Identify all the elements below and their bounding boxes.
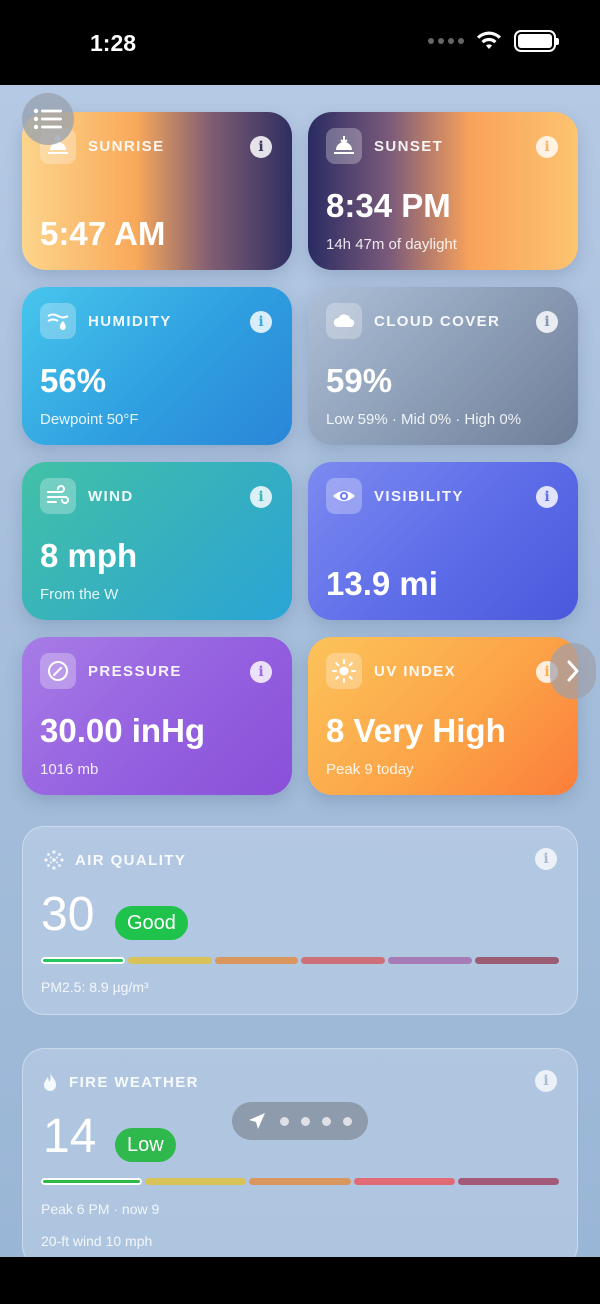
humidity-value: 56%: [40, 362, 107, 399]
sunrise-value: 5:47 AM: [40, 215, 166, 252]
cloud-cover-value: 59%: [326, 362, 393, 399]
sunset-info-icon[interactable]: i: [536, 136, 558, 158]
list-icon: [33, 108, 62, 130]
fire-weather-scale-segment: [353, 1178, 455, 1185]
fire-weather-scale: [41, 1178, 560, 1185]
status-time: 1:28: [90, 30, 137, 56]
air-quality-scale-segment: [127, 957, 212, 964]
uv-index-peak: Peak 9 today: [326, 761, 414, 778]
wifi-icon: [477, 31, 501, 49]
wind-icon: [40, 478, 76, 514]
visibility-value: 13.9 mi: [326, 565, 438, 602]
humidity-dewpoint: Dewpoint 50°F: [40, 411, 139, 428]
sun-icon: [326, 653, 362, 689]
fire-weather-header: FIRE WEATHER: [41, 1071, 199, 1093]
visibility-info-icon[interactable]: i: [536, 486, 558, 508]
pressure-value: 30.00 inHg: [40, 712, 206, 749]
air-quality-header: AIR QUALITY: [43, 849, 186, 871]
gauge-icon: [40, 653, 76, 689]
air-quality-card[interactable]: AIR QUALITY i 30 Good PM2.5: 8.9 µg/m³: [22, 826, 578, 1015]
sunset-icon: [326, 128, 362, 164]
sunset-title: SUNSET: [374, 137, 444, 155]
air-quality-scale-segment: [41, 957, 125, 964]
wind-card[interactable]: WIND i 8 mph From the W: [22, 462, 292, 620]
eye-icon: [326, 478, 362, 514]
status-icons: [428, 30, 559, 52]
fire-weather-scale-segment: [145, 1178, 247, 1185]
cloud-icon: [326, 303, 362, 339]
sunrise-title: SUNRISE: [88, 137, 165, 155]
pressure-card[interactable]: PRESSURE i 30.00 inHg 1016 mb: [22, 637, 292, 795]
air-quality-scale-segment: [388, 957, 473, 964]
uv-index-value: 8 Very High: [326, 712, 506, 749]
air-quality-badge: Good: [115, 906, 188, 940]
sunset-value: 8:34 PM: [326, 187, 451, 224]
status-bar: 1:28: [0, 0, 600, 85]
fire-weather-scale-segment: [249, 1178, 351, 1185]
humidity-icon: [40, 303, 76, 339]
air-quality-pm25: PM2.5: 8.9 µg/m³: [41, 979, 149, 995]
humidity-title: HUMIDITY: [88, 312, 172, 330]
uv-index-title: UV INDEX: [374, 662, 457, 680]
location-arrow-icon: [249, 1113, 265, 1129]
humidity-card[interactable]: HUMIDITY i 56% Dewpoint 50°F: [22, 287, 292, 445]
visibility-card[interactable]: VISIBILITY i 13.9 mi: [308, 462, 578, 620]
air-quality-scale-segment: [214, 957, 299, 964]
uv-index-card[interactable]: UV INDEX i 8 Very High Peak 9 today: [308, 637, 578, 795]
page-dot[interactable]: [343, 1116, 352, 1126]
fire-weather-card[interactable]: FIRE WEATHER i 14 Low Peak 6 PM · now 9 …: [22, 1048, 578, 1257]
pressure-mb: 1016 mb: [40, 761, 99, 778]
pressure-title: PRESSURE: [88, 662, 182, 680]
cloud-cover-layers: Low 59% · Mid 0% · High 0%: [326, 411, 522, 428]
chevron-right-icon: [567, 660, 579, 682]
wind-title: WIND: [88, 487, 134, 505]
air-quality-value: 30: [41, 888, 95, 941]
air-quality-scale: [41, 957, 559, 964]
page-dot[interactable]: [280, 1116, 289, 1126]
cloud-cover-title: CLOUD COVER: [374, 312, 501, 330]
humidity-info-icon[interactable]: i: [250, 311, 272, 333]
page-indicator[interactable]: [232, 1102, 368, 1140]
bottom-bar: [0, 1257, 600, 1304]
air-quality-info-icon[interactable]: i: [535, 848, 557, 870]
sunset-card[interactable]: SUNSET i 8:34 PM 14h 47m of daylight: [308, 112, 578, 270]
pressure-info-icon[interactable]: i: [250, 661, 272, 683]
fire-weather-scale-segment: [457, 1178, 560, 1185]
cloud-cover-info-icon[interactable]: i: [536, 311, 558, 333]
sunrise-info-icon[interactable]: i: [250, 136, 272, 158]
air-quality-scale-segment: [301, 957, 386, 964]
air-particles-icon: [44, 850, 64, 870]
fire-weather-value: 14: [43, 1110, 97, 1163]
fire-weather-scale-segment: [41, 1178, 143, 1185]
page-dot[interactable]: [322, 1116, 331, 1126]
flame-icon: [44, 1072, 56, 1091]
weather-details-screen: SUNRISE i 5:47 AM SUNSET i 8:34 PM 14h 4…: [0, 85, 600, 1257]
fire-weather-wind: 20-ft wind 10 mph: [41, 1233, 153, 1249]
menu-button[interactable]: [22, 93, 74, 145]
fire-weather-title: FIRE WEATHER: [69, 1073, 199, 1091]
cellular-signal-icon: [428, 38, 464, 44]
page-dots: [280, 1116, 352, 1126]
air-quality-scale-segment: [475, 957, 559, 964]
sunset-daylight: 14h 47m of daylight: [326, 236, 457, 253]
next-page-button[interactable]: [550, 643, 596, 699]
air-quality-title: AIR QUALITY: [75, 851, 187, 869]
fire-weather-info-icon[interactable]: i: [535, 1070, 557, 1092]
fire-weather-badge: Low: [115, 1128, 176, 1162]
page-dot[interactable]: [301, 1116, 310, 1126]
wind-info-icon[interactable]: i: [250, 486, 272, 508]
wind-value: 8 mph: [40, 537, 138, 574]
fire-weather-peak: Peak 6 PM · now 9: [41, 1201, 160, 1217]
battery-icon: [514, 30, 559, 52]
visibility-title: VISIBILITY: [374, 487, 464, 505]
wind-direction: From the W: [40, 586, 119, 603]
cloud-cover-card[interactable]: CLOUD COVER i 59% Low 59% · Mid 0% · Hig…: [308, 287, 578, 445]
